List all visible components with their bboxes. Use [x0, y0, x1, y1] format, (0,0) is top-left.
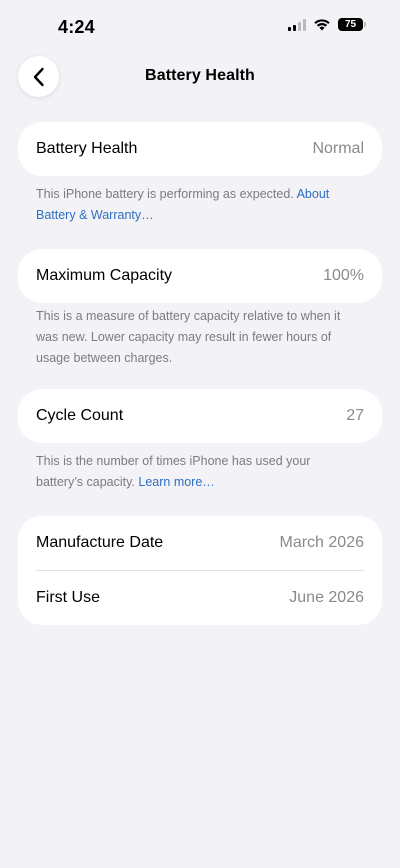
maximum-capacity-row: Maximum Capacity 100% — [18, 249, 382, 303]
maximum-capacity-footnote: This is a measure of battery capacity re… — [36, 306, 358, 369]
battery-health-footnote: This iPhone battery is performing as exp… — [36, 184, 358, 226]
maximum-capacity-card: Maximum Capacity 100% — [18, 249, 382, 303]
status-indicators: 75 — [288, 18, 366, 31]
cycle-count-card: Cycle Count 27 — [18, 389, 382, 443]
battery-icon: 75 — [338, 18, 366, 31]
cycle-count-label: Cycle Count — [36, 407, 124, 424]
first-use-row: First Use June 2026 — [18, 571, 382, 625]
cycle-count-footnote: This is the number of times iPhone has u… — [36, 451, 358, 493]
battery-health-label: Battery Health — [36, 140, 138, 157]
maximum-capacity-label: Maximum Capacity — [36, 267, 173, 284]
first-use-value: June 2026 — [289, 589, 364, 606]
manufacture-date-value: March 2026 — [279, 534, 365, 551]
status-bar: 4:24 75 — [0, 0, 400, 54]
status-time: 4:24 — [58, 17, 95, 37]
learn-more-link[interactable]: Learn more… — [138, 475, 214, 489]
battery-health-footnote-text: This iPhone battery is performing as exp… — [36, 187, 294, 201]
battery-level: 75 — [338, 18, 363, 31]
maximum-capacity-value: 100% — [323, 267, 364, 284]
battery-health-screen: 4:24 75 Battery Health Battery Health No… — [0, 0, 400, 868]
battery-health-row: Battery Health Normal — [18, 122, 382, 176]
cellular-signal-icon — [288, 18, 306, 31]
dates-card: Manufacture Date March 2026 First Use Ju… — [18, 516, 382, 625]
manufacture-date-label: Manufacture Date — [36, 534, 164, 551]
manufacture-date-row: Manufacture Date March 2026 — [18, 516, 382, 570]
page-title: Battery Health — [145, 67, 255, 84]
battery-health-value: Normal — [312, 140, 364, 157]
battery-health-card: Battery Health Normal — [18, 122, 382, 176]
cycle-count-row: Cycle Count 27 — [18, 389, 382, 443]
maximum-capacity-footnote-text: This is a measure of battery capacity re… — [36, 309, 341, 365]
first-use-label: First Use — [36, 589, 100, 606]
wifi-icon — [314, 19, 330, 31]
cycle-count-value: 27 — [346, 407, 364, 424]
